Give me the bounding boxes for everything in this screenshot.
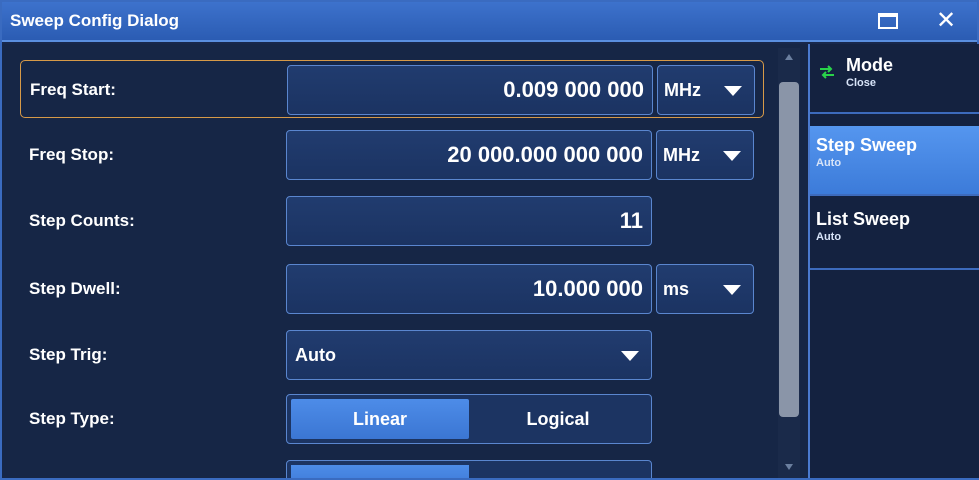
scroll-down-icon[interactable] (785, 464, 793, 470)
dropdown-arrow-icon (621, 351, 639, 361)
list-sweep-sub: Auto (816, 231, 842, 243)
sweep-config-dialog: Sweep Config Dialog ✕ Freq Start: 0.009 … (0, 0, 979, 480)
title-bar[interactable]: Sweep Config Dialog ✕ (2, 2, 977, 42)
softkey-panel: Mode Close Step Sweep Auto List Sweep Au… (808, 44, 979, 478)
mode-softkey-text: Mode Close (846, 54, 893, 90)
list-sweep-softkey[interactable]: List Sweep Auto (810, 200, 979, 270)
freq-start-input[interactable]: 0.009 000 000 (287, 65, 653, 115)
list-sweep-title: List Sweep (816, 209, 911, 229)
maximize-button[interactable] (872, 6, 904, 36)
freq-stop-unit-select[interactable]: MHz (656, 130, 754, 180)
step-sweep-title: Step Sweep (816, 135, 918, 155)
freq-stop-label: Freq Stop: (29, 145, 114, 164)
toggle-selected-segment (291, 465, 469, 478)
mode-softkey-title: Mode (846, 55, 893, 75)
dropdown-arrow-icon (724, 86, 742, 96)
step-type-toggle: Linear Logical (286, 394, 652, 444)
step-sweep-sub: Auto (816, 157, 842, 169)
close-button[interactable]: ✕ (930, 6, 962, 36)
freq-stop-unit-label: MHz (663, 145, 700, 165)
dropdown-arrow-icon (723, 285, 741, 295)
sweep-mode-icon (820, 65, 834, 79)
step-dwell-row: Step Dwell: 10.000 000 ms (20, 260, 764, 318)
settings-panel: Freq Start: 0.009 000 000 MHz Freq Stop:… (2, 44, 808, 478)
freq-start-label: Freq Start: (30, 80, 116, 99)
step-dwell-input[interactable]: 10.000 000 (286, 264, 652, 314)
scrollbar-thumb[interactable] (779, 82, 799, 417)
step-trig-select[interactable]: Auto (286, 330, 652, 380)
partial-toggle-control[interactable] (286, 460, 652, 478)
freq-start-unit-label: MHz (664, 80, 701, 100)
vertical-scrollbar[interactable] (778, 48, 800, 478)
step-dwell-label: Step Dwell: (29, 279, 121, 298)
freq-stop-row: Freq Stop: 20 000.000 000 000 MHz (20, 126, 764, 184)
step-counts-row: Step Counts: 11 (20, 192, 764, 250)
freq-start-unit-select[interactable]: MHz (657, 65, 755, 115)
step-type-logical-option[interactable]: Logical (469, 399, 647, 439)
step-dwell-unit-select[interactable]: ms (656, 264, 754, 314)
step-counts-label: Step Counts: (29, 211, 135, 230)
step-trig-label: Step Trig: (29, 345, 108, 364)
step-type-label: Step Type: (29, 409, 115, 428)
step-counts-input[interactable]: 11 (286, 196, 652, 246)
step-trig-row: Step Trig: Auto (20, 326, 764, 384)
step-sweep-softkey[interactable]: Step Sweep Auto (810, 126, 979, 196)
step-trig-value: Auto (295, 345, 336, 365)
step-dwell-unit-label: ms (663, 279, 690, 299)
freq-start-row: Freq Start: 0.009 000 000 MHz (20, 60, 764, 118)
step-type-linear-option[interactable]: Linear (291, 399, 469, 439)
step-type-row: Step Type: Linear Logical (20, 390, 764, 448)
freq-stop-input[interactable]: 20 000.000 000 000 (286, 130, 652, 180)
mode-softkey[interactable]: Mode Close (810, 44, 979, 114)
close-icon: ✕ (935, 7, 957, 34)
dialog-title: Sweep Config Dialog (10, 11, 180, 30)
maximize-icon (878, 13, 898, 29)
dropdown-arrow-icon (723, 151, 741, 161)
mode-softkey-sub: Close (846, 77, 876, 89)
scroll-up-icon[interactable] (785, 54, 793, 60)
